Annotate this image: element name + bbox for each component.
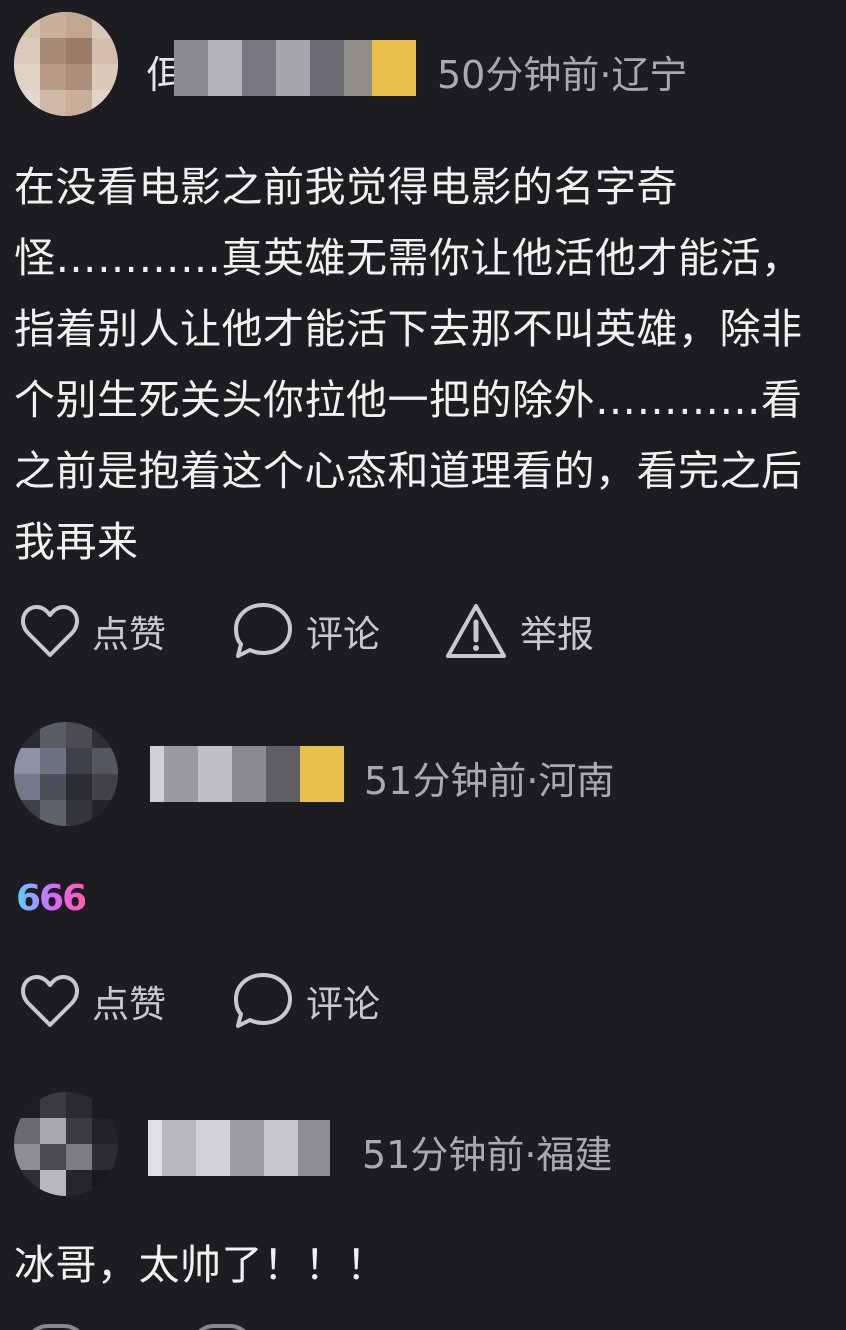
avatar[interactable] [14, 722, 118, 826]
vip-badge-icon [372, 40, 416, 96]
comment-text: 在没看电影之前我觉得电影的名字奇怪…………真英雄无需你让他活他才能活，指着别人让… [14, 163, 803, 566]
comment-actions: 点赞 评论 [0, 966, 846, 1036]
comment-text: 冰哥，太帅了！！！ [14, 1241, 388, 1289]
comment-meta: 50分钟前·辽宁 [437, 53, 688, 97]
comment-2: 51分钟前·河南 666 点赞 评论 [0, 700, 846, 1080]
heart-icon [21, 605, 79, 657]
like-label: 点赞 [92, 983, 166, 1026]
report-label: 举报 [520, 613, 594, 656]
username-blurred[interactable] [150, 746, 344, 802]
speech-bubble-icon [234, 603, 292, 658]
reply-button[interactable]: 评论 [232, 966, 380, 1036]
like-icon-partial [24, 1324, 88, 1330]
comment-3: 51分钟前·福建 冰哥，太帅了！！！ [0, 1080, 846, 1330]
comment-1: 佴 50分钟前·辽宁 在没看电影之前我觉得电影的名字奇怪…………真英雄无需你让他… [0, 0, 846, 700]
like-button[interactable]: 点赞 [20, 966, 166, 1036]
like-label: 点赞 [92, 613, 166, 656]
reply-icon-partial [190, 1324, 254, 1330]
report-button[interactable]: 举报 [444, 596, 594, 666]
avatar[interactable] [14, 12, 118, 116]
heart-icon [21, 975, 79, 1027]
username-blurred[interactable] [148, 1120, 330, 1176]
reply-label: 评论 [306, 613, 380, 656]
like-button[interactable]: 点赞 [20, 596, 166, 666]
comment-actions: 点赞 评论 举报 [0, 596, 846, 666]
warning-triangle-icon [446, 604, 506, 658]
avatar[interactable] [14, 1092, 118, 1196]
comment-meta: 51分钟前·河南 [364, 759, 615, 803]
username-blurred[interactable]: 佴 [146, 40, 416, 96]
reply-label: 评论 [306, 983, 380, 1026]
vip-badge-icon [300, 746, 344, 802]
reply-button[interactable]: 评论 [232, 596, 380, 666]
speech-bubble-icon [234, 973, 292, 1028]
comment-meta: 51分钟前·福建 [362, 1133, 613, 1177]
emoji-666: 666 [16, 878, 87, 919]
